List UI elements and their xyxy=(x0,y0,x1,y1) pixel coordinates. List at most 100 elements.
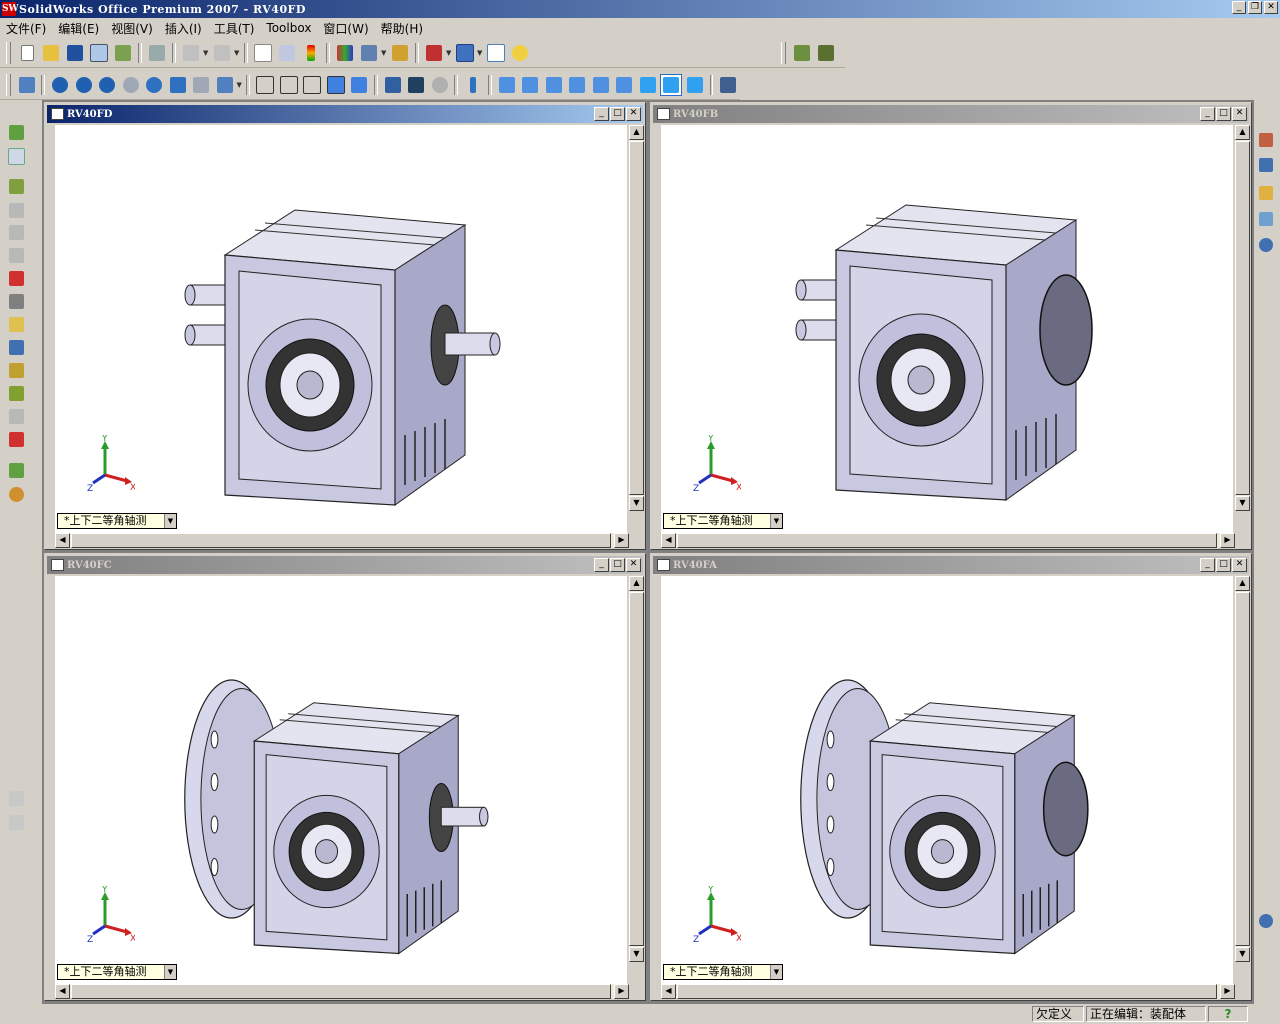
section-view-icon[interactable] xyxy=(382,74,404,96)
save-icon[interactable] xyxy=(64,42,86,64)
pan-icon[interactable] xyxy=(167,74,189,96)
expand-panel-icon[interactable] xyxy=(1256,911,1276,931)
help-icon[interactable] xyxy=(509,42,531,64)
horizontal-scrollbar[interactable]: ◀ ▶ xyxy=(661,533,1235,548)
assembly-component-icon[interactable] xyxy=(6,122,26,142)
layout-icon[interactable] xyxy=(454,42,476,64)
home-icon[interactable] xyxy=(1256,130,1276,150)
right-view-icon[interactable] xyxy=(566,74,588,96)
print-icon[interactable] xyxy=(146,42,168,64)
minimize-button[interactable]: _ xyxy=(1232,1,1246,14)
menu-file[interactable]: 文件(F) xyxy=(0,20,52,37)
exploded-view-icon[interactable] xyxy=(6,383,26,403)
doc-maximize-button[interactable]: □ xyxy=(610,558,625,572)
select-arrow-icon[interactable] xyxy=(252,42,274,64)
scroll-up-icon[interactable]: ▲ xyxy=(1235,125,1250,140)
left-view-icon[interactable] xyxy=(543,74,565,96)
scroll-right-icon[interactable]: ▶ xyxy=(614,984,629,999)
document-title-bar[interactable]: RV40FC _ □ ✕ xyxy=(47,556,643,574)
view-palette-icon[interactable] xyxy=(1256,209,1276,229)
scroll-thumb[interactable] xyxy=(677,984,1217,999)
collapse-panel-icon[interactable] xyxy=(1256,235,1276,255)
view-orientation-select[interactable]: *上下二等角轴测 ▼ xyxy=(663,513,783,529)
vertical-scrollbar[interactable]: ▲ ▼ xyxy=(629,125,644,511)
normal-to-icon[interactable] xyxy=(462,74,484,96)
menu-view[interactable]: 视图(V) xyxy=(105,20,159,37)
doc-close-button[interactable]: ✕ xyxy=(1232,107,1247,121)
mate-icon[interactable] xyxy=(6,291,26,311)
document-title-bar[interactable]: RV40FD _ □ ✕ xyxy=(47,105,643,123)
doc-minimize-button[interactable]: _ xyxy=(594,107,609,121)
scroll-left-icon[interactable]: ◀ xyxy=(55,984,70,999)
scroll-up-icon[interactable]: ▲ xyxy=(629,125,644,140)
doc-minimize-button[interactable]: _ xyxy=(1200,558,1215,572)
change-suppression-icon[interactable] xyxy=(6,222,26,242)
smart-mates-icon[interactable] xyxy=(6,268,26,288)
insert-component-icon[interactable] xyxy=(6,176,26,196)
sketch-line-icon[interactable] xyxy=(6,788,26,808)
shadows-icon[interactable] xyxy=(405,74,427,96)
zoom-to-selection-icon[interactable] xyxy=(120,74,142,96)
properties-icon[interactable] xyxy=(334,42,356,64)
move-component-icon[interactable] xyxy=(6,314,26,334)
doc-close-button[interactable]: ✕ xyxy=(626,558,641,572)
shaded-icon[interactable] xyxy=(348,74,370,96)
smart-fasteners-icon[interactable] xyxy=(6,360,26,380)
hide-component-icon[interactable] xyxy=(6,200,26,220)
roll-view-icon[interactable] xyxy=(191,74,213,96)
features-icon[interactable] xyxy=(6,460,26,480)
scroll-up-icon[interactable]: ▲ xyxy=(629,576,644,591)
interference-detection-icon[interactable] xyxy=(6,429,26,449)
front-view-icon[interactable] xyxy=(496,74,518,96)
vertical-scrollbar[interactable]: ▲ ▼ xyxy=(1235,125,1250,511)
toolbar-grip[interactable] xyxy=(781,41,786,64)
undo-icon[interactable] xyxy=(180,42,202,64)
zoom-in-out-icon[interactable] xyxy=(96,74,118,96)
rotate-component-icon[interactable] xyxy=(6,337,26,357)
scroll-right-icon[interactable]: ▶ xyxy=(1220,533,1235,548)
isometric-view-icon[interactable] xyxy=(637,74,659,96)
back-view-icon[interactable] xyxy=(519,74,541,96)
scroll-thumb[interactable] xyxy=(629,592,644,946)
bottom-view-icon[interactable] xyxy=(613,74,635,96)
menu-tools[interactable]: 工具(T) xyxy=(208,20,261,37)
document-window-rv40fd[interactable]: RV40FD _ □ ✕ Y X Z *上下二等角轴测 ▼ ▲ ▼ ◀ ▶ xyxy=(44,102,646,550)
rotate-view-icon[interactable] xyxy=(143,74,165,96)
horizontal-scrollbar[interactable]: ◀ ▶ xyxy=(55,533,629,548)
gearbox-model-flange-shaft[interactable] xyxy=(55,576,627,984)
trimetric-view-icon[interactable] xyxy=(660,73,682,96)
vertical-scrollbar[interactable]: ▲ ▼ xyxy=(1235,576,1250,962)
zoom-to-fit-icon[interactable] xyxy=(49,74,71,96)
scroll-down-icon[interactable]: ▼ xyxy=(629,947,644,962)
scroll-left-icon[interactable]: ◀ xyxy=(661,533,676,548)
toolbar-grip[interactable] xyxy=(6,73,11,96)
document-title-bar[interactable]: RV40FA _ □ ✕ xyxy=(653,556,1249,574)
doc-minimize-button[interactable]: _ xyxy=(594,558,609,572)
doc-close-button[interactable]: ✕ xyxy=(1232,558,1247,572)
sketch-tools-icon[interactable] xyxy=(6,146,26,166)
redo-icon[interactable] xyxy=(211,42,233,64)
scroll-thumb[interactable] xyxy=(1235,141,1250,495)
layout-dropdown-icon[interactable]: ▼ xyxy=(477,49,484,57)
graphics-viewport[interactable]: Y X Z *上下二等角轴测 ▼ xyxy=(55,576,627,984)
previous-view-icon[interactable] xyxy=(16,74,38,96)
gearbox-model-shaft[interactable] xyxy=(55,125,627,533)
realview-icon[interactable] xyxy=(429,74,451,96)
menu-toolbox[interactable]: Toolbox xyxy=(260,21,317,35)
gearbox-model-cover[interactable] xyxy=(661,125,1233,533)
dimetric-view-icon[interactable] xyxy=(684,74,706,96)
make-drawing-icon[interactable] xyxy=(88,42,110,64)
doc-maximize-button[interactable]: □ xyxy=(1216,558,1231,572)
graphics-viewport[interactable]: Y X Z *上下二等角轴测 ▼ xyxy=(55,125,627,533)
link-views-icon[interactable] xyxy=(717,74,739,96)
vertical-scrollbar[interactable]: ▲ ▼ xyxy=(629,576,644,962)
toolbar-grip[interactable] xyxy=(6,41,11,64)
document-window-rv40fa[interactable]: RV40FA _ □ ✕ Y X Z *上下二等角轴测 ▼ ▲ ▼ ◀ ▶ xyxy=(650,553,1252,1001)
scroll-up-icon[interactable]: ▲ xyxy=(1235,576,1250,591)
view-orientation-select[interactable]: *上下二等角轴测 ▼ xyxy=(57,964,177,980)
menu-edit[interactable]: 编辑(E) xyxy=(52,20,105,37)
sketch-step-icon[interactable] xyxy=(6,812,26,832)
rebuild-icon[interactable] xyxy=(300,42,322,64)
menu-window[interactable]: 窗口(W) xyxy=(317,20,374,37)
options-icon[interactable] xyxy=(358,42,380,64)
